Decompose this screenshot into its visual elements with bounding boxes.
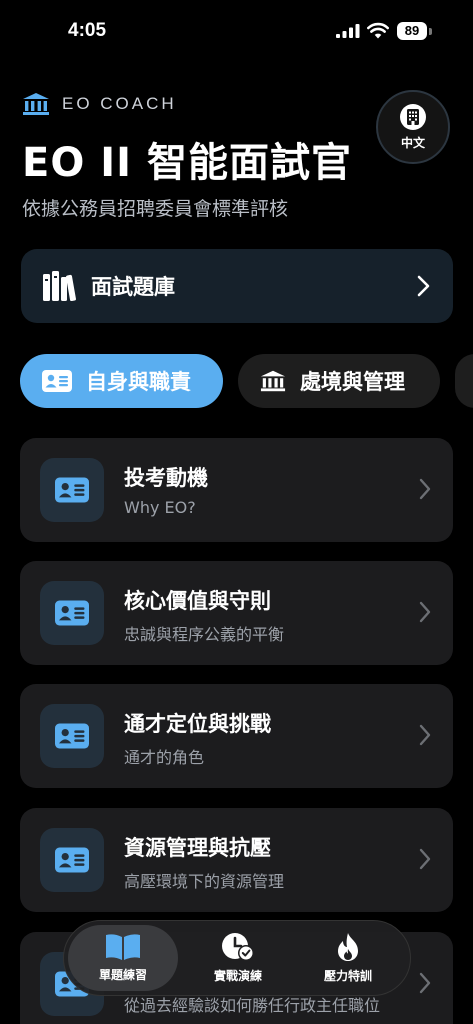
card-title: 資源管理與抗壓: [124, 836, 271, 860]
clock-check-icon: [222, 933, 254, 961]
nav-single-practice[interactable]: 單題練習: [68, 925, 178, 991]
books-icon: [43, 271, 76, 301]
topic-card[interactable]: 投考動機 Why EO?: [20, 438, 453, 542]
nav-label: 壓力特訓: [323, 969, 372, 983]
battery-indicator: 89: [397, 22, 427, 40]
card-icon-tile: [40, 458, 104, 522]
chevron-right-icon: [419, 724, 431, 746]
wifi-icon: [367, 22, 389, 39]
open-book-icon: [106, 934, 140, 960]
tab-label: 自身與職責: [86, 370, 191, 394]
category-tabs: 自身與職責 處境與管理: [20, 354, 473, 408]
topic-card[interactable]: 資源管理與抗壓 高壓環境下的資源管理: [20, 808, 453, 912]
page-title: EO II 智能面試官: [22, 140, 352, 186]
page-subtitle: 依據公務員招聘委員會標準評核: [22, 198, 289, 220]
tab-label: 處境與管理: [300, 370, 405, 394]
card-title: 核心價值與守則: [124, 589, 271, 613]
topic-card[interactable]: 核心價值與守則 忠誠與程序公義的平衡: [20, 561, 453, 665]
tab-self-and-duties[interactable]: 自身與職責: [20, 354, 223, 408]
card-title: 通才定位與挑戰: [124, 712, 271, 736]
tab-more[interactable]: [455, 354, 473, 408]
card-subtitle: Why EO?: [124, 498, 196, 517]
card-icon-tile: [40, 828, 104, 892]
nav-label: 實戰演練: [213, 969, 262, 983]
nav-label: 單題練習: [98, 968, 147, 982]
topic-card[interactable]: 通才定位與挑戰 通才的角色: [20, 684, 453, 788]
card-subtitle: 忠誠與程序公義的平衡: [124, 625, 285, 644]
language-toggle-button[interactable]: 中文: [376, 90, 450, 164]
question-bank-label: 面試題庫: [91, 275, 175, 299]
bank-building-icon: [260, 370, 286, 392]
chevron-right-icon: [419, 478, 431, 500]
id-card-icon: [55, 723, 89, 749]
bank-building-icon: [23, 93, 49, 115]
chevron-right-icon: [419, 601, 431, 623]
brand: EO COACH: [22, 92, 177, 116]
nav-pressure-training[interactable]: 壓力特訓: [293, 925, 403, 991]
chevron-right-icon: [419, 848, 431, 870]
battery-tip: [429, 28, 432, 35]
cellular-signal-icon: [336, 24, 360, 38]
chevron-right-icon: [419, 972, 431, 994]
office-building-icon: [400, 103, 426, 130]
status-time: 4:05: [68, 20, 107, 41]
status-bar: 4:05 89: [0, 0, 473, 62]
id-card-icon: [55, 600, 89, 626]
language-label: 中文: [400, 135, 425, 150]
card-subtitle: 高壓環境下的資源管理: [124, 872, 285, 891]
tab-situation-and-management[interactable]: 處境與管理: [238, 354, 440, 408]
id-card-icon: [55, 847, 89, 873]
chevron-right-icon: [417, 275, 430, 297]
id-card-icon: [42, 370, 72, 392]
card-title: 投考動機: [124, 466, 208, 490]
bottom-tab-bar: 單題練習 實戰演練 壓力特訓: [63, 920, 411, 996]
brand-name: EO COACH: [62, 94, 177, 113]
card-icon-tile: [40, 581, 104, 645]
flame-icon: [338, 933, 358, 961]
card-subtitle: 通才的角色: [124, 748, 205, 767]
card-icon-tile: [40, 704, 104, 768]
question-bank-button[interactable]: 面試題庫: [21, 249, 453, 323]
nav-mock-interview[interactable]: 實戰演練: [183, 925, 293, 991]
id-card-icon: [55, 477, 89, 503]
